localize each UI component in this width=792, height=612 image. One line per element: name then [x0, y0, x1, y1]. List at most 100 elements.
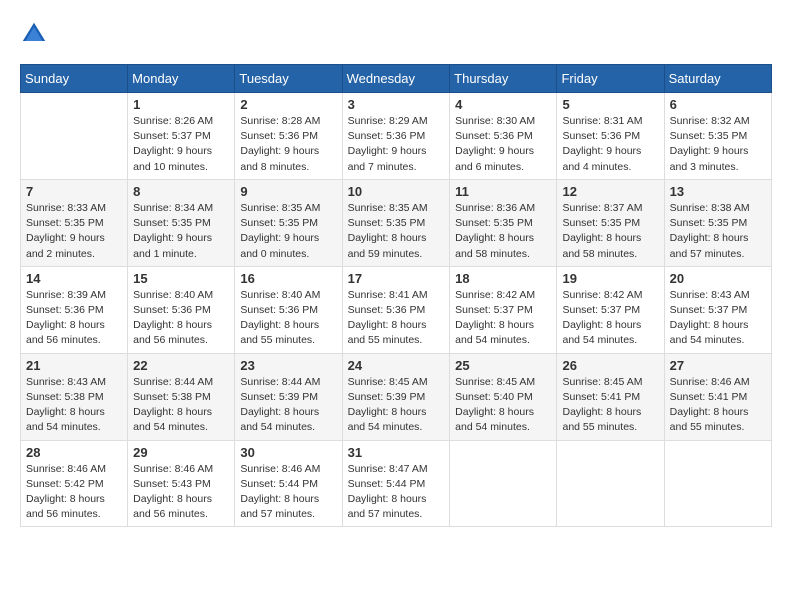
- day-number: 26: [562, 358, 658, 373]
- day-number: 25: [455, 358, 551, 373]
- calendar-cell: 26 Sunrise: 8:45 AM Sunset: 5:41 PM Dayli…: [557, 353, 664, 440]
- calendar-cell: 14 Sunrise: 8:39 AM Sunset: 5:36 PM Dayli…: [21, 266, 128, 353]
- calendar-cell: 24 Sunrise: 8:45 AM Sunset: 5:39 PM Dayli…: [342, 353, 450, 440]
- day-number: 16: [240, 271, 336, 286]
- day-number: 14: [26, 271, 122, 286]
- calendar-cell: 28 Sunrise: 8:46 AM Sunset: 5:42 PM Dayli…: [21, 440, 128, 527]
- calendar-cell: [557, 440, 664, 527]
- calendar-cell: 11 Sunrise: 8:36 AM Sunset: 5:35 PM Dayli…: [450, 179, 557, 266]
- day-number: 19: [562, 271, 658, 286]
- day-info: Sunrise: 8:47 AM Sunset: 5:44 PM Dayligh…: [348, 462, 445, 523]
- day-info: Sunrise: 8:42 AM Sunset: 5:37 PM Dayligh…: [562, 288, 658, 349]
- calendar-cell: 17 Sunrise: 8:41 AM Sunset: 5:36 PM Dayli…: [342, 266, 450, 353]
- day-number: 15: [133, 271, 229, 286]
- day-number: 12: [562, 184, 658, 199]
- calendar-cell: 23 Sunrise: 8:44 AM Sunset: 5:39 PM Dayli…: [235, 353, 342, 440]
- day-info: Sunrise: 8:45 AM Sunset: 5:41 PM Dayligh…: [562, 375, 658, 436]
- calendar-cell: 25 Sunrise: 8:45 AM Sunset: 5:40 PM Dayli…: [450, 353, 557, 440]
- day-info: Sunrise: 8:46 AM Sunset: 5:43 PM Dayligh…: [133, 462, 229, 523]
- calendar-cell: 4Sunrise: 8:30 AM Sunset: 5:36 PM Daylig…: [450, 93, 557, 180]
- calendar-cell: 8 Sunrise: 8:34 AM Sunset: 5:35 PM Daylig…: [128, 179, 235, 266]
- day-info: Sunrise: 8:28 AM Sunset: 5:36 PM Dayligh…: [240, 114, 336, 175]
- page-header: [20, 20, 772, 48]
- calendar-cell: 22 Sunrise: 8:44 AM Sunset: 5:38 PM Dayli…: [128, 353, 235, 440]
- day-info: Sunrise: 8:35 AM Sunset: 5:35 PM Dayligh…: [240, 201, 336, 262]
- day-number: 17: [348, 271, 445, 286]
- week-row-3: 14 Sunrise: 8:39 AM Sunset: 5:36 PM Dayli…: [21, 266, 772, 353]
- day-info: Sunrise: 8:39 AM Sunset: 5:36 PM Dayligh…: [26, 288, 122, 349]
- calendar-cell: 21 Sunrise: 8:43 AM Sunset: 5:38 PM Dayli…: [21, 353, 128, 440]
- calendar-cell: 30 Sunrise: 8:46 AM Sunset: 5:44 PM Dayli…: [235, 440, 342, 527]
- day-info: Sunrise: 8:36 AM Sunset: 5:35 PM Dayligh…: [455, 201, 551, 262]
- weekday-header-tuesday: Tuesday: [235, 65, 342, 93]
- calendar-table: SundayMondayTuesdayWednesdayThursdayFrid…: [20, 64, 772, 527]
- calendar-cell: 12 Sunrise: 8:37 AM Sunset: 5:35 PM Dayli…: [557, 179, 664, 266]
- calendar-cell: 18 Sunrise: 8:42 AM Sunset: 5:37 PM Dayli…: [450, 266, 557, 353]
- day-number: 27: [670, 358, 766, 373]
- calendar-cell: 19 Sunrise: 8:42 AM Sunset: 5:37 PM Dayli…: [557, 266, 664, 353]
- day-number: 22: [133, 358, 229, 373]
- day-number: 13: [670, 184, 766, 199]
- day-number: 30: [240, 445, 336, 460]
- day-number: 21: [26, 358, 122, 373]
- week-row-4: 21 Sunrise: 8:43 AM Sunset: 5:38 PM Dayli…: [21, 353, 772, 440]
- calendar-cell: 15 Sunrise: 8:40 AM Sunset: 5:36 PM Dayli…: [128, 266, 235, 353]
- day-info: Sunrise: 8:44 AM Sunset: 5:38 PM Dayligh…: [133, 375, 229, 436]
- calendar-cell: 16 Sunrise: 8:40 AM Sunset: 5:36 PM Dayli…: [235, 266, 342, 353]
- day-info: Sunrise: 8:42 AM Sunset: 5:37 PM Dayligh…: [455, 288, 551, 349]
- weekday-header-thursday: Thursday: [450, 65, 557, 93]
- day-info: Sunrise: 8:37 AM Sunset: 5:35 PM Dayligh…: [562, 201, 658, 262]
- day-number: 24: [348, 358, 445, 373]
- day-number: 28: [26, 445, 122, 460]
- calendar-cell: 6Sunrise: 8:32 AM Sunset: 5:35 PM Daylig…: [664, 93, 771, 180]
- day-number: 10: [348, 184, 445, 199]
- day-number: 8: [133, 184, 229, 199]
- day-number: 5: [562, 97, 658, 112]
- day-info: Sunrise: 8:40 AM Sunset: 5:36 PM Dayligh…: [240, 288, 336, 349]
- calendar-cell: [450, 440, 557, 527]
- day-info: Sunrise: 8:46 AM Sunset: 5:44 PM Dayligh…: [240, 462, 336, 523]
- weekday-header-row: SundayMondayTuesdayWednesdayThursdayFrid…: [21, 65, 772, 93]
- calendar-cell: 29 Sunrise: 8:46 AM Sunset: 5:43 PM Dayli…: [128, 440, 235, 527]
- day-info: Sunrise: 8:44 AM Sunset: 5:39 PM Dayligh…: [240, 375, 336, 436]
- calendar-cell: 5 Sunrise: 8:31 AM Sunset: 5:36 PM Daylig…: [557, 93, 664, 180]
- day-info: Sunrise: 8:38 AM Sunset: 5:35 PM Dayligh…: [670, 201, 766, 262]
- day-info: Sunrise: 8:35 AM Sunset: 5:35 PM Dayligh…: [348, 201, 445, 262]
- week-row-5: 28 Sunrise: 8:46 AM Sunset: 5:42 PM Dayli…: [21, 440, 772, 527]
- day-number: 23: [240, 358, 336, 373]
- day-number: 29: [133, 445, 229, 460]
- day-info: Sunrise: 8:34 AM Sunset: 5:35 PM Dayligh…: [133, 201, 229, 262]
- weekday-header-saturday: Saturday: [664, 65, 771, 93]
- day-info: Sunrise: 8:40 AM Sunset: 5:36 PM Dayligh…: [133, 288, 229, 349]
- weekday-header-monday: Monday: [128, 65, 235, 93]
- weekday-header-friday: Friday: [557, 65, 664, 93]
- day-number: 2: [240, 97, 336, 112]
- calendar-cell: 31 Sunrise: 8:47 AM Sunset: 5:44 PM Dayli…: [342, 440, 450, 527]
- calendar-cell: 27 Sunrise: 8:46 AM Sunset: 5:41 PM Dayli…: [664, 353, 771, 440]
- day-info: Sunrise: 8:29 AM Sunset: 5:36 PM Dayligh…: [348, 114, 445, 175]
- logo: [20, 20, 52, 48]
- day-info: Sunrise: 8:43 AM Sunset: 5:38 PM Dayligh…: [26, 375, 122, 436]
- calendar-cell: 3Sunrise: 8:29 AM Sunset: 5:36 PM Daylig…: [342, 93, 450, 180]
- week-row-2: 7Sunrise: 8:33 AM Sunset: 5:35 PM Daylig…: [21, 179, 772, 266]
- week-row-1: 1Sunrise: 8:26 AM Sunset: 5:37 PM Daylig…: [21, 93, 772, 180]
- day-number: 11: [455, 184, 551, 199]
- day-number: 9: [240, 184, 336, 199]
- calendar-cell: 10 Sunrise: 8:35 AM Sunset: 5:35 PM Dayli…: [342, 179, 450, 266]
- day-number: 31: [348, 445, 445, 460]
- day-info: Sunrise: 8:31 AM Sunset: 5:36 PM Dayligh…: [562, 114, 658, 175]
- calendar-cell: [21, 93, 128, 180]
- day-info: Sunrise: 8:45 AM Sunset: 5:40 PM Dayligh…: [455, 375, 551, 436]
- day-info: Sunrise: 8:45 AM Sunset: 5:39 PM Dayligh…: [348, 375, 445, 436]
- day-info: Sunrise: 8:46 AM Sunset: 5:41 PM Dayligh…: [670, 375, 766, 436]
- calendar-cell: 2 Sunrise: 8:28 AM Sunset: 5:36 PM Daylig…: [235, 93, 342, 180]
- day-number: 20: [670, 271, 766, 286]
- day-number: 18: [455, 271, 551, 286]
- calendar-cell: [664, 440, 771, 527]
- day-info: Sunrise: 8:41 AM Sunset: 5:36 PM Dayligh…: [348, 288, 445, 349]
- weekday-header-sunday: Sunday: [21, 65, 128, 93]
- day-number: 7: [26, 184, 122, 199]
- calendar-cell: 20Sunrise: 8:43 AM Sunset: 5:37 PM Dayli…: [664, 266, 771, 353]
- day-info: Sunrise: 8:30 AM Sunset: 5:36 PM Dayligh…: [455, 114, 551, 175]
- day-info: Sunrise: 8:46 AM Sunset: 5:42 PM Dayligh…: [26, 462, 122, 523]
